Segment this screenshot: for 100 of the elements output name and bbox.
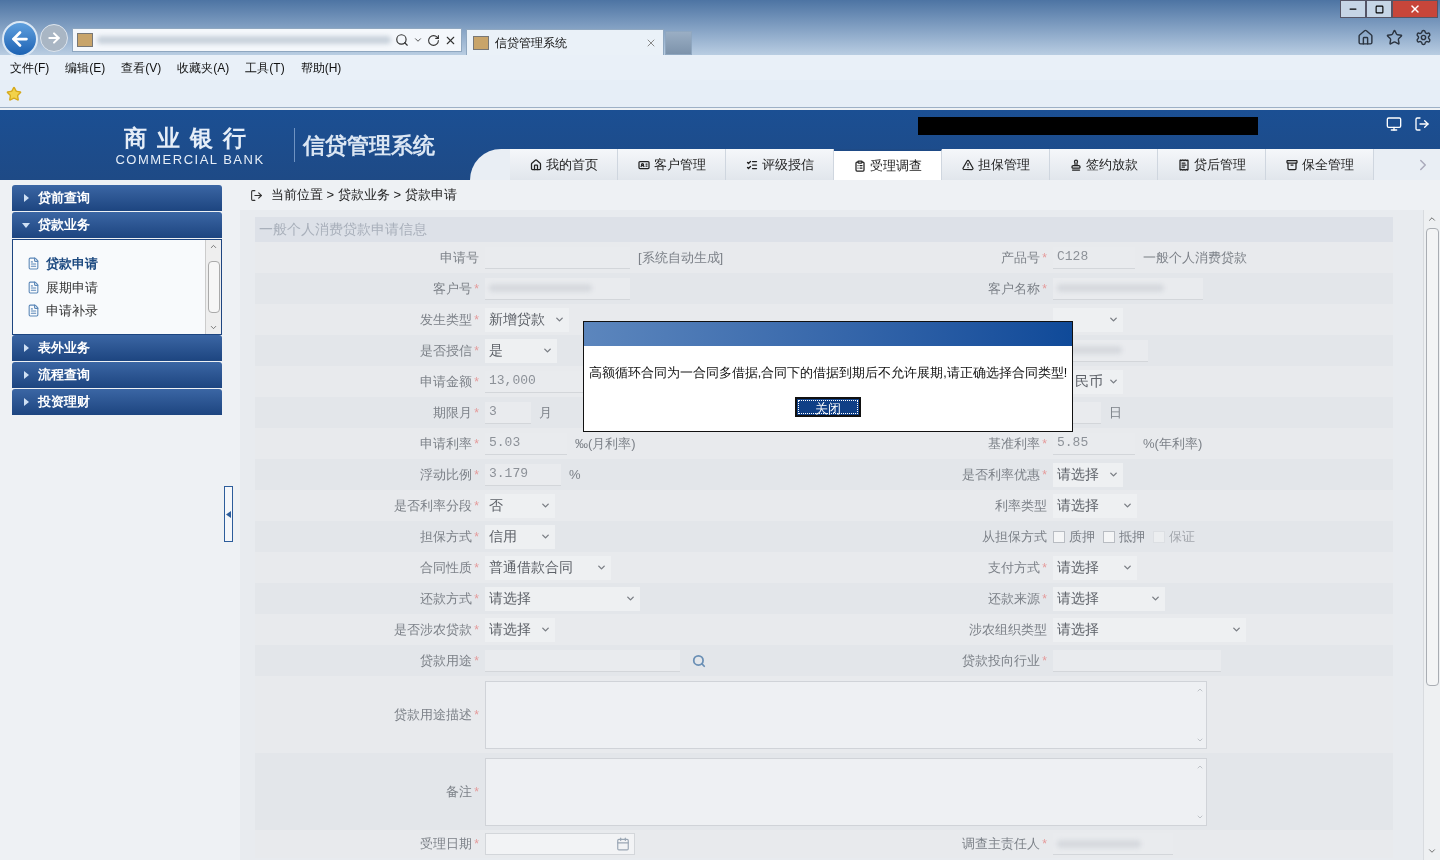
field-note: ‰(月利率): [575, 434, 636, 453]
field-label: 贷款用途描述: [394, 705, 473, 724]
collapse-handle[interactable]: [224, 486, 233, 542]
date-field[interactable]: [485, 833, 635, 855]
text-area[interactable]: [485, 757, 1207, 826]
field-label: 客户名称: [988, 279, 1041, 298]
scrollbar[interactable]: [205, 240, 221, 334]
nav-icon: [637, 158, 650, 171]
search-icon[interactable]: [395, 33, 409, 47]
page-icon: [473, 35, 489, 50]
scroll-down-icon[interactable]: [1427, 846, 1437, 856]
forward-button[interactable]: [40, 24, 68, 52]
required-mark: *: [474, 342, 479, 360]
sidebar-group[interactable]: 投资理财: [12, 389, 222, 415]
nav-tab[interactable]: 我的首页: [510, 149, 618, 180]
select-field[interactable]: 新增贷款: [485, 307, 569, 332]
required-mark: *: [474, 590, 479, 608]
field-label: 调查主责任人: [962, 835, 1041, 854]
logout-icon[interactable]: [1414, 116, 1430, 132]
new-tab-button[interactable]: [665, 31, 692, 55]
field-label: 担保方式: [420, 527, 473, 546]
select-field[interactable]: 信用: [485, 524, 555, 549]
field-label: 申请号: [440, 248, 479, 267]
home-icon[interactable]: [1357, 29, 1374, 46]
select-field[interactable]: 请选择: [1053, 462, 1123, 487]
checkbox[interactable]: [1103, 530, 1115, 543]
select-field[interactable]: 是: [485, 338, 557, 363]
dropdown-icon[interactable]: [413, 35, 423, 45]
field-label: 期限月: [433, 403, 473, 422]
required-mark: *: [474, 559, 479, 577]
scroll-up-icon[interactable]: [1427, 214, 1437, 224]
settings-icon[interactable]: [1415, 29, 1432, 46]
select-field[interactable]: 普通借款合同: [485, 555, 611, 580]
field-label: 贷款用途: [420, 651, 473, 670]
menu-item[interactable]: 查看(V): [121, 58, 162, 77]
sidebar-item[interactable]: 展期申请: [46, 277, 98, 297]
sidebar-group[interactable]: 流程查询: [12, 362, 222, 388]
select-field[interactable]: 请选择: [1053, 493, 1137, 518]
required-mark: *: [474, 373, 479, 391]
nav-icon: [1069, 158, 1082, 171]
nav-icon: [853, 159, 866, 172]
minimize-button[interactable]: [1340, 0, 1366, 18]
required-mark: *: [1042, 280, 1047, 298]
browser-tab[interactable]: 信贷管理系统: [466, 29, 664, 55]
favorites-icon[interactable]: [1386, 29, 1403, 46]
nav-tab[interactable]: 保全管理: [1266, 149, 1374, 180]
field-label: 申请利率: [420, 434, 473, 453]
select-field[interactable]: 请选择: [485, 617, 555, 642]
monitor-icon[interactable]: [1386, 116, 1402, 132]
menu-item[interactable]: 文件(F): [10, 58, 50, 77]
calendar-icon[interactable]: [616, 837, 630, 851]
text-area[interactable]: [485, 680, 1207, 749]
back-button[interactable]: [2, 21, 38, 57]
scroll-up-icon[interactable]: [209, 242, 218, 251]
field-label: 贷款投向行业: [962, 651, 1041, 670]
scroll-down-icon[interactable]: [209, 323, 218, 332]
nav-tab[interactable]: 担保管理: [942, 149, 1050, 180]
select-field[interactable]: 请选择: [1053, 586, 1165, 611]
nav-tab[interactable]: 客户管理: [618, 149, 726, 180]
nav-tab[interactable]: 评级授信: [726, 149, 834, 180]
menu-item[interactable]: 收藏夹(A): [177, 58, 230, 77]
close-button[interactable]: [1392, 0, 1438, 18]
field-label: 发生类型: [420, 310, 473, 329]
checkbox[interactable]: [1053, 530, 1065, 543]
field-note: %(年利率): [1143, 434, 1203, 453]
sidebar-group[interactable]: 贷前查询: [12, 185, 222, 211]
nav-tab[interactable]: 签约放款: [1050, 149, 1158, 180]
sidebar-item[interactable]: 贷款申请: [46, 254, 98, 274]
favorites-star-icon[interactable]: [6, 85, 22, 102]
field-label: 产品号: [1001, 248, 1041, 267]
maximize-icon: [1374, 4, 1384, 14]
location-icon: [250, 188, 263, 202]
maximize-button[interactable]: [1366, 0, 1392, 18]
select-field[interactable]: 请选择: [1053, 555, 1137, 580]
select-field[interactable]: 请选择: [1053, 617, 1246, 642]
nav-tab[interactable]: 贷后管理: [1158, 149, 1266, 180]
field-label: 利率类型: [995, 496, 1047, 515]
field-note: 月: [539, 403, 552, 422]
required-mark: *: [1042, 559, 1047, 577]
field-label: 浮动比例: [420, 465, 473, 484]
select-field[interactable]: 请选择: [485, 586, 640, 611]
checkbox-label: 保证: [1169, 527, 1195, 546]
scrollbar[interactable]: [1423, 210, 1440, 860]
required-mark: *: [1042, 435, 1047, 453]
menu-item[interactable]: 工具(T): [245, 58, 285, 77]
sidebar-group[interactable]: 贷款业务: [12, 212, 222, 238]
scroll-thumb[interactable]: [207, 261, 220, 313]
required-mark: *: [474, 404, 479, 422]
sidebar-item[interactable]: 申请补录: [46, 301, 98, 321]
scroll-thumb[interactable]: [1425, 228, 1439, 686]
document-icon: [27, 280, 40, 294]
sidebar-group[interactable]: 表外业务: [12, 335, 222, 361]
refresh-icon[interactable]: [427, 33, 440, 47]
menu-item[interactable]: 帮助(H): [300, 58, 342, 77]
nav-tab[interactable]: 受理调查: [834, 149, 942, 180]
document-icon: [27, 304, 40, 318]
required-mark: *: [1042, 466, 1047, 484]
select-field[interactable]: 否: [485, 493, 555, 518]
menu-item[interactable]: 编辑(E): [65, 58, 106, 77]
required-mark: *: [474, 706, 479, 724]
